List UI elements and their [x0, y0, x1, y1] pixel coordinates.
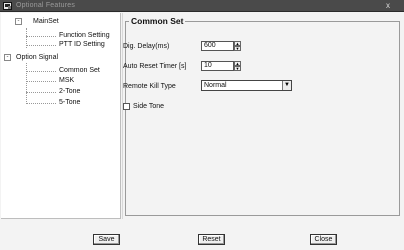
chevron-down-icon[interactable]: ▼: [282, 81, 291, 90]
remote-kill-type-label: Remote Kill Type: [123, 83, 176, 90]
dig-delay-input[interactable]: 600: [201, 41, 234, 51]
tree-item-function-setting[interactable]: Function Setting: [59, 31, 110, 40]
tree-item-option-signal[interactable]: Option Signal: [16, 53, 58, 62]
side-tone-checkbox[interactable]: [123, 103, 130, 110]
dig-delay-label: Dig. Delay(ms): [123, 43, 170, 50]
collapse-toggle-icon[interactable]: -: [15, 18, 22, 25]
tree-item-common-set[interactable]: Common Set: [59, 66, 100, 75]
tree-item-5-tone[interactable]: 5-Tone: [59, 98, 80, 107]
auto-reset-timer-input[interactable]: 10: [201, 61, 234, 71]
auto-reset-timer-label: Auto Reset Timer [s]: [123, 63, 187, 70]
save-button[interactable]: Save: [93, 234, 120, 245]
common-set-groupbox: Common Set Dig. Delay(ms) 600 ▲ ▼ Auto R…: [123, 16, 400, 216]
tree-item-2-tone[interactable]: 2-Tone: [59, 87, 80, 96]
tree-item-ptt-id-setting[interactable]: PTT ID Setting: [59, 40, 105, 49]
collapse-toggle-icon[interactable]: -: [4, 54, 11, 61]
title-bar[interactable]: Optional Features x: [0, 0, 404, 12]
tree-connector: [26, 63, 27, 104]
tree-item-msk[interactable]: MSK: [59, 76, 74, 85]
tree-connector: [26, 103, 56, 104]
close-button[interactable]: Close: [310, 234, 337, 245]
remote-kill-type-select[interactable]: Normal ▼: [201, 80, 292, 91]
dig-delay-stepper[interactable]: ▲ ▼: [234, 41, 241, 51]
tree-connector: [26, 92, 56, 93]
side-tone-label: Side Tone: [133, 103, 165, 110]
group-title: Common Set: [129, 16, 186, 26]
settings-tree: - MainSet Function Setting PTT ID Settin…: [1, 13, 121, 219]
optional-features-window: Optional Features x - MainSet Function S…: [0, 0, 404, 250]
app-icon: [3, 2, 12, 10]
remote-kill-type-value: Normal: [204, 82, 227, 89]
tree-connector: [26, 45, 56, 46]
common-set-panel: Common Set Dig. Delay(ms) 600 ▲ ▼ Auto R…: [122, 13, 402, 219]
window-title: Optional Features: [16, 2, 76, 9]
tree-connector: [26, 81, 56, 82]
tree-connector: [26, 71, 56, 72]
close-window-button[interactable]: x: [376, 1, 400, 11]
decrement-icon[interactable]: ▼: [234, 66, 241, 71]
tree-item-mainset[interactable]: MainSet: [33, 17, 59, 26]
auto-reset-timer-stepper[interactable]: ▲ ▼: [234, 61, 241, 71]
tree-connector: [26, 36, 56, 37]
decrement-icon[interactable]: ▼: [234, 46, 241, 51]
reset-button[interactable]: Reset: [198, 234, 225, 245]
